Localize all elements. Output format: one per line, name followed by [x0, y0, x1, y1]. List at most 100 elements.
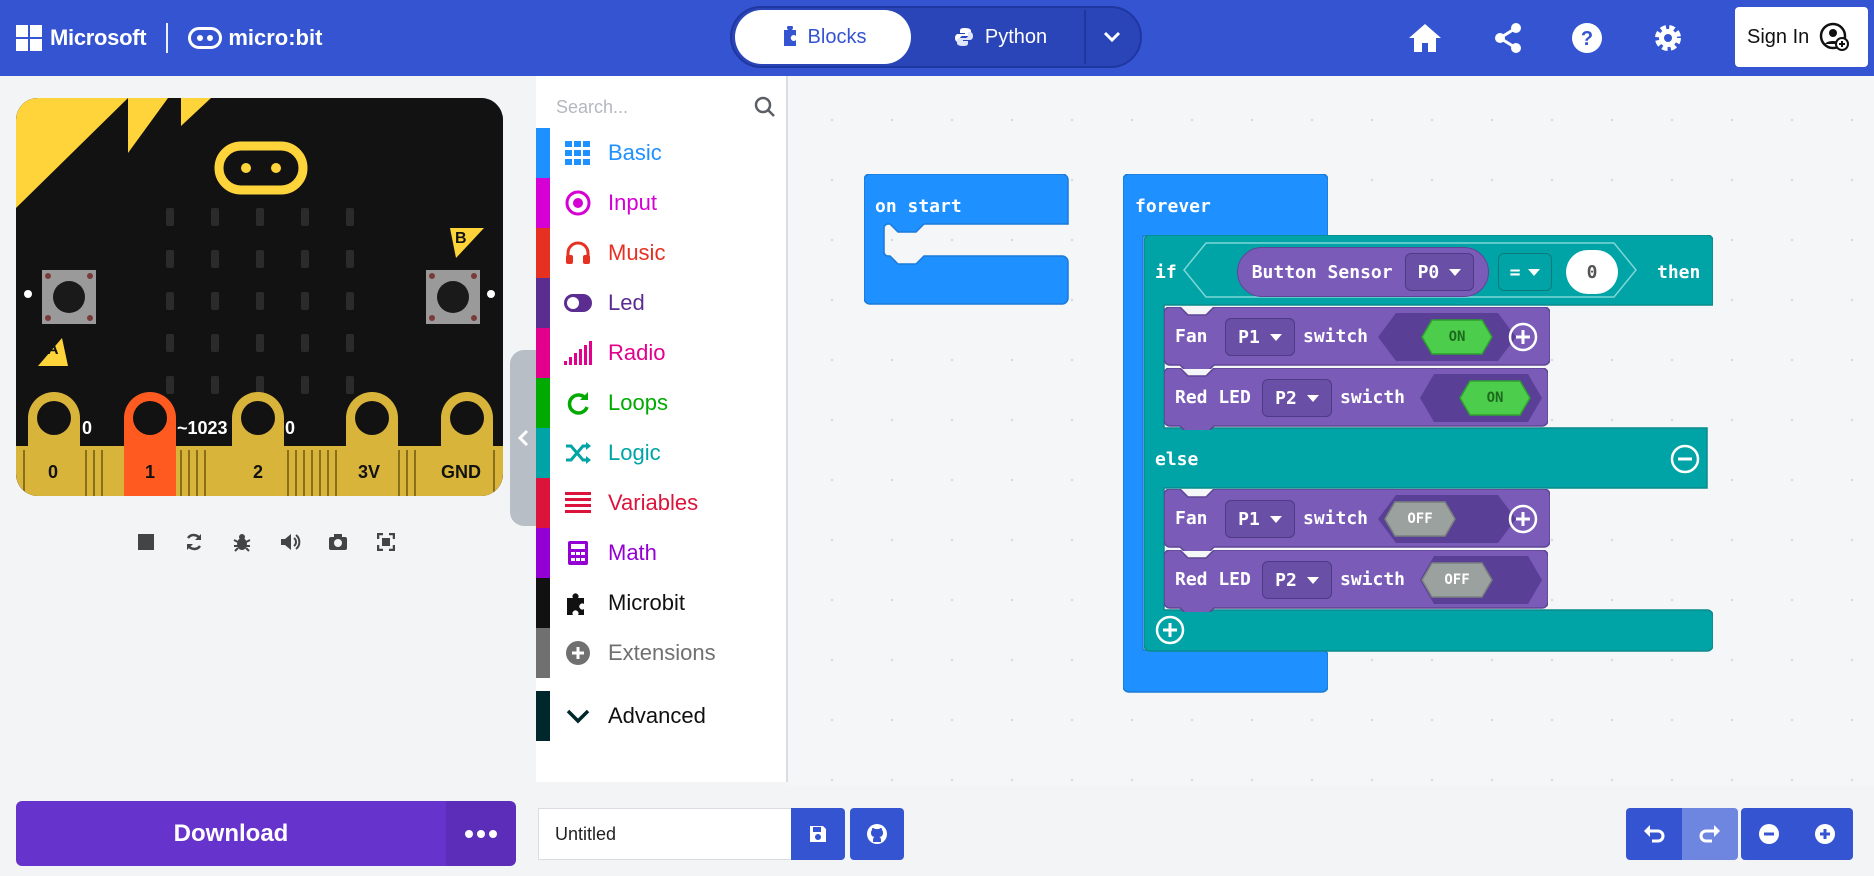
download-button[interactable]: Download — [16, 801, 446, 866]
p0-dropdown[interactable]: P0 — [1404, 253, 1475, 291]
category-loops-label: Loops — [608, 390, 668, 415]
mode-dropdown-button[interactable] — [1084, 10, 1138, 64]
fan-off-label: OFF — [1407, 511, 1433, 527]
brand-divider — [166, 23, 169, 53]
led-pin-label: P2 — [1275, 569, 1297, 591]
minus-circle-icon — [1759, 824, 1779, 844]
chevron-down-icon — [562, 700, 594, 732]
signal-icon — [562, 337, 594, 369]
pin-0[interactable]: 0 — [48, 462, 58, 483]
save-button[interactable] — [791, 808, 845, 860]
fan-pin-dropdown[interactable]: P1 — [1225, 500, 1295, 538]
list-icon — [562, 487, 594, 519]
add-else-if-button[interactable] — [1155, 615, 1185, 645]
search-icon[interactable] — [754, 96, 776, 123]
comparison-operator-dropdown[interactable]: = — [1498, 253, 1552, 291]
home-button[interactable] — [1405, 18, 1445, 58]
pin-3v[interactable]: 3V — [358, 462, 380, 483]
swicth-label: swicth — [1340, 569, 1406, 590]
chevron-down-icon — [1103, 31, 1121, 43]
add-param-button[interactable] — [1508, 504, 1538, 534]
refresh-icon — [186, 533, 202, 551]
github-button[interactable] — [850, 808, 904, 860]
led-pin-dropdown[interactable]: P2 — [1262, 379, 1332, 417]
github-icon — [867, 824, 887, 844]
plus-circle-icon — [1155, 615, 1185, 645]
search-box[interactable]: Search... — [556, 92, 776, 122]
editor-mode-toggle: Blocks Python — [730, 6, 1142, 68]
project-name-input[interactable]: Untitled — [538, 808, 792, 860]
dropdown-arrow-icon — [1528, 268, 1541, 276]
plus-circle-icon — [1508, 322, 1538, 352]
minus-circle-icon — [1670, 444, 1700, 474]
fan-pin-label: P1 — [1238, 508, 1260, 530]
compare-value-input[interactable]: 0 — [1566, 250, 1618, 294]
on-start-label: on start — [875, 196, 962, 217]
else-label: else — [1155, 449, 1199, 470]
pin-1[interactable]: 1 — [145, 462, 155, 483]
dropdown-arrow-icon — [1306, 576, 1319, 584]
category-basic[interactable]: Basic — [536, 128, 786, 178]
restart-button[interactable] — [170, 528, 218, 556]
screenshot-button[interactable] — [314, 528, 362, 556]
toolbox: Search... Basic Input Music Led Radio Lo… — [536, 76, 788, 782]
blocks-mode-label: Blocks — [807, 25, 867, 48]
dropdown-arrow-icon — [1449, 268, 1462, 276]
brand[interactable]: Microsoft micro:bit — [16, 20, 322, 56]
if-label: if — [1155, 262, 1177, 283]
category-led-label: Led — [608, 290, 645, 315]
category-extensions[interactable]: Extensions — [536, 628, 786, 678]
category-loops[interactable]: Loops — [536, 378, 786, 428]
collapse-simulator-button[interactable] — [510, 350, 536, 526]
pin-2[interactable]: 2 — [253, 462, 263, 483]
category-microbit-label: Microbit — [608, 590, 686, 615]
puzzle-icon — [562, 587, 594, 619]
search-input[interactable]: Search... — [556, 97, 628, 118]
category-input[interactable]: Input — [536, 178, 786, 228]
redo-button[interactable] — [1682, 808, 1738, 860]
debug-button[interactable] — [218, 528, 266, 556]
fullscreen-button[interactable] — [362, 528, 410, 556]
puzzle-icon — [780, 26, 798, 48]
stop-icon — [138, 534, 154, 550]
zoom-in-button[interactable] — [1797, 808, 1853, 860]
microbit-simulator[interactable]: A B 0 ~1023 0 0 1 2 3V GND — [16, 98, 503, 496]
microsoft-logo-icon — [16, 25, 42, 51]
category-math[interactable]: Math — [536, 528, 786, 578]
pin-1-value: ~1023 — [177, 418, 228, 438]
download-more-button[interactable] — [446, 801, 516, 866]
on-start-block[interactable] — [864, 174, 1070, 308]
blocks-mode-button[interactable]: Blocks — [735, 10, 911, 64]
fan-label: Fan — [1175, 326, 1208, 347]
category-microbit[interactable]: Microbit — [536, 578, 786, 628]
category-led[interactable]: Led — [536, 278, 786, 328]
pin-gnd[interactable]: GND — [441, 462, 481, 483]
mute-button[interactable] — [266, 528, 314, 556]
category-radio[interactable]: Radio — [536, 328, 786, 378]
undo-button[interactable] — [1626, 808, 1682, 860]
category-variables-label: Variables — [608, 490, 699, 515]
zoom-out-button[interactable] — [1741, 808, 1797, 860]
gear-icon — [1655, 25, 1681, 51]
more-dots-icon — [465, 829, 473, 838]
category-logic[interactable]: Logic — [536, 428, 786, 478]
top-bar: Microsoft micro:bit Blocks Python ? Sign… — [0, 0, 1874, 76]
sign-in-button[interactable]: Sign In — [1735, 7, 1868, 67]
category-advanced[interactable]: Advanced — [536, 691, 786, 741]
fan-label: Fan — [1175, 508, 1208, 529]
share-button[interactable] — [1488, 18, 1528, 58]
python-mode-button[interactable]: Python — [912, 10, 1088, 64]
add-param-button[interactable] — [1508, 322, 1538, 352]
dropdown-arrow-icon — [1306, 394, 1319, 402]
compare-value: 0 — [1586, 261, 1598, 283]
fan-pin-dropdown[interactable]: P1 — [1225, 318, 1295, 356]
led-pin-dropdown[interactable]: P2 — [1262, 561, 1332, 599]
settings-button[interactable] — [1648, 18, 1688, 58]
category-variables[interactable]: Variables — [536, 478, 786, 528]
button-sensor-block[interactable]: Button Sensor P0 — [1237, 247, 1489, 297]
share-icon — [1495, 23, 1521, 53]
remove-else-button[interactable] — [1670, 444, 1700, 474]
stop-button[interactable] — [122, 528, 170, 556]
category-music[interactable]: Music — [536, 228, 786, 278]
help-button[interactable]: ? — [1567, 18, 1607, 58]
